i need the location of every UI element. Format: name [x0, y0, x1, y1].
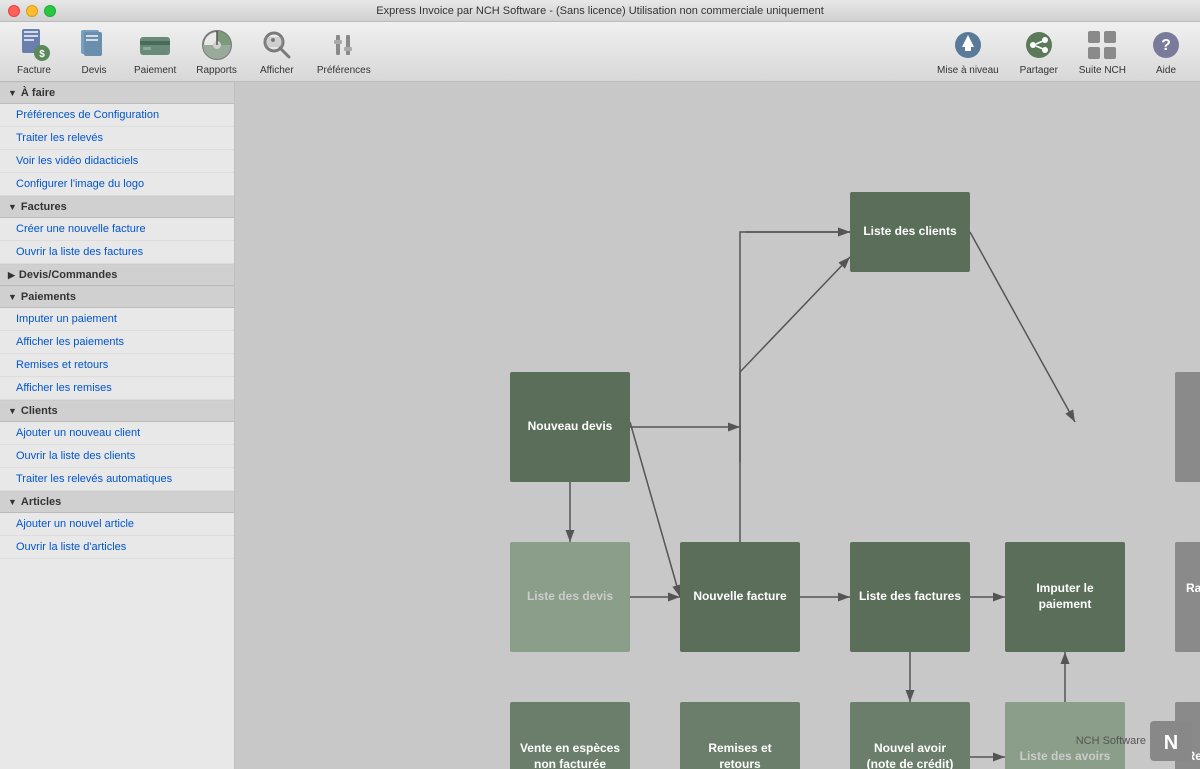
sidebar-item-afficher-remises[interactable]: Afficher les remises — [0, 377, 234, 400]
sidebar-item-traiter-releves[interactable]: Traiter les relevés — [0, 127, 234, 150]
box-nouvel-avoir[interactable]: Nouvel avoir (note de crédit) — [850, 702, 970, 769]
box-remises-retours[interactable]: Remises et retours — [680, 702, 800, 769]
toolbar-paiement[interactable]: Paiement — [124, 23, 186, 80]
box-nouveau-devis[interactable]: Nouveau devis — [510, 372, 630, 482]
toolbar-left: $ Facture Devis — [4, 23, 381, 80]
toolbar-devis[interactable]: Devis — [64, 23, 124, 80]
sidebar-section-a-faire[interactable]: ▼ À faire — [0, 82, 234, 104]
sidebar-item-voir-videos[interactable]: Voir les vidéo didacticiels — [0, 150, 234, 173]
paiement-label: Paiement — [134, 65, 176, 76]
devis-icon — [76, 27, 112, 63]
arrow-articles: ▼ — [8, 497, 17, 507]
sidebar: ▼ À faire Préférences de Configuration T… — [0, 82, 235, 769]
preferences-icon — [326, 27, 362, 63]
sidebar-item-configurer-logo[interactable]: Configurer l'image du logo — [0, 173, 234, 196]
section-label-factures: Factures — [21, 201, 67, 213]
box-rapport-comptes[interactable]: Rapport Comptes impayés — [1175, 372, 1200, 482]
sidebar-item-imputer-paiement[interactable]: Imputer un paiement — [0, 308, 234, 331]
toolbar: $ Facture Devis — [0, 22, 1200, 82]
box-liste-factures[interactable]: Liste des factures — [850, 542, 970, 652]
svg-text:?: ? — [1161, 37, 1171, 54]
sidebar-item-ouvrir-clients[interactable]: Ouvrir la liste des clients — [0, 445, 234, 468]
section-label-paiements: Paiements — [21, 291, 76, 303]
toolbar-mise-a-niveau[interactable]: Mise à niveau — [927, 23, 1009, 80]
titlebar: Express Invoice par NCH Software - (Sans… — [0, 0, 1200, 22]
devis-label: Devis — [81, 65, 106, 76]
afficher-icon — [259, 27, 295, 63]
nch-logo-icon: N — [1150, 721, 1192, 761]
toolbar-partager[interactable]: Partager — [1009, 23, 1069, 80]
traffic-lights — [8, 5, 56, 17]
box-liste-clients[interactable]: Liste des clients — [850, 192, 970, 272]
svg-text:N: N — [1164, 732, 1178, 754]
arrows-svg — [235, 82, 1200, 769]
arrow-devis-commandes: ▶ — [8, 270, 15, 281]
sidebar-section-paiements[interactable]: ▼ Paiements — [0, 286, 234, 308]
toolbar-aide[interactable]: ? Aide — [1136, 23, 1196, 80]
sidebar-item-preferences-config[interactable]: Préférences de Configuration — [0, 104, 234, 127]
box-rapport-ventes[interactable]: Rapport Ventes clients — [1175, 542, 1200, 652]
box-liste-devis[interactable]: Liste des devis — [510, 542, 630, 652]
sidebar-section-factures[interactable]: ▼ Factures — [0, 196, 234, 218]
sidebar-item-creer-facture[interactable]: Créer une nouvelle facture — [0, 218, 234, 241]
arrow-factures: ▼ — [8, 202, 17, 212]
partager-icon — [1021, 27, 1057, 63]
content-area: Liste des clients Nouveau devis Nouvelle… — [235, 82, 1200, 769]
preferences-label: Préférences — [317, 65, 371, 76]
facture-icon: $ — [16, 27, 52, 63]
sidebar-item-remises-retours[interactable]: Remises et retours — [0, 354, 234, 377]
arrow-paiements: ▼ — [8, 292, 17, 302]
toolbar-suite-nch[interactable]: Suite NCH — [1069, 23, 1136, 80]
afficher-label: Afficher — [260, 65, 294, 76]
sidebar-item-ouvrir-articles[interactable]: Ouvrir la liste d'articles — [0, 536, 234, 559]
toolbar-preferences[interactable]: Préférences — [307, 23, 381, 80]
sidebar-section-articles[interactable]: ▼ Articles — [0, 491, 234, 513]
rapports-label: Rapports — [196, 65, 237, 76]
nch-software-text: NCH Software — [1076, 735, 1146, 747]
close-button[interactable] — [8, 5, 20, 17]
section-label-a-faire: À faire — [21, 87, 55, 99]
suite-nch-icon — [1084, 27, 1120, 63]
box-imputer-paiement[interactable]: Imputer le paiement — [1005, 542, 1125, 652]
mise-a-niveau-label: Mise à niveau — [937, 65, 999, 76]
sidebar-item-afficher-paiements[interactable]: Afficher les paiements — [0, 331, 234, 354]
partager-label: Partager — [1020, 65, 1058, 76]
sidebar-section-clients[interactable]: ▼ Clients — [0, 400, 234, 422]
toolbar-right: Mise à niveau Partager — [927, 23, 1196, 80]
main-layout: ▼ À faire Préférences de Configuration T… — [0, 82, 1200, 769]
mise-a-niveau-icon — [950, 27, 986, 63]
window-title: Express Invoice par NCH Software - (Sans… — [376, 5, 824, 17]
toolbar-facture[interactable]: $ Facture — [4, 23, 64, 80]
toolbar-rapports[interactable]: Rapports — [186, 23, 247, 80]
arrow-a-faire: ▼ — [8, 88, 17, 98]
flow-diagram: Liste des clients Nouveau devis Nouvelle… — [235, 82, 1200, 769]
sidebar-item-ouvrir-factures[interactable]: Ouvrir la liste des factures — [0, 241, 234, 264]
aide-icon: ? — [1148, 27, 1184, 63]
sidebar-item-ajouter-client[interactable]: Ajouter un nouveau client — [0, 422, 234, 445]
nch-logo: NCH Software N — [1076, 721, 1192, 761]
suite-nch-label: Suite NCH — [1079, 65, 1126, 76]
section-label-articles: Articles — [21, 496, 61, 508]
rapports-icon — [199, 27, 235, 63]
box-vente-especes[interactable]: Vente en espèces non facturée — [510, 702, 630, 769]
maximize-button[interactable] — [44, 5, 56, 17]
svg-text:$: $ — [39, 49, 45, 60]
box-nouvelle-facture[interactable]: Nouvelle facture — [680, 542, 800, 652]
minimize-button[interactable] — [26, 5, 38, 17]
facture-label: Facture — [17, 65, 51, 76]
sidebar-section-devis-commandes[interactable]: ▶ Devis/Commandes — [0, 264, 234, 286]
sidebar-item-traiter-releves-auto[interactable]: Traiter les relevés automatiques — [0, 468, 234, 491]
sidebar-item-ajouter-article[interactable]: Ajouter un nouvel article — [0, 513, 234, 536]
section-label-clients: Clients — [21, 405, 58, 417]
aide-label: Aide — [1156, 65, 1176, 76]
section-label-devis-commandes: Devis/Commandes — [19, 269, 117, 281]
paiement-icon — [137, 27, 173, 63]
toolbar-afficher[interactable]: Afficher — [247, 23, 307, 80]
arrow-clients: ▼ — [8, 406, 17, 416]
